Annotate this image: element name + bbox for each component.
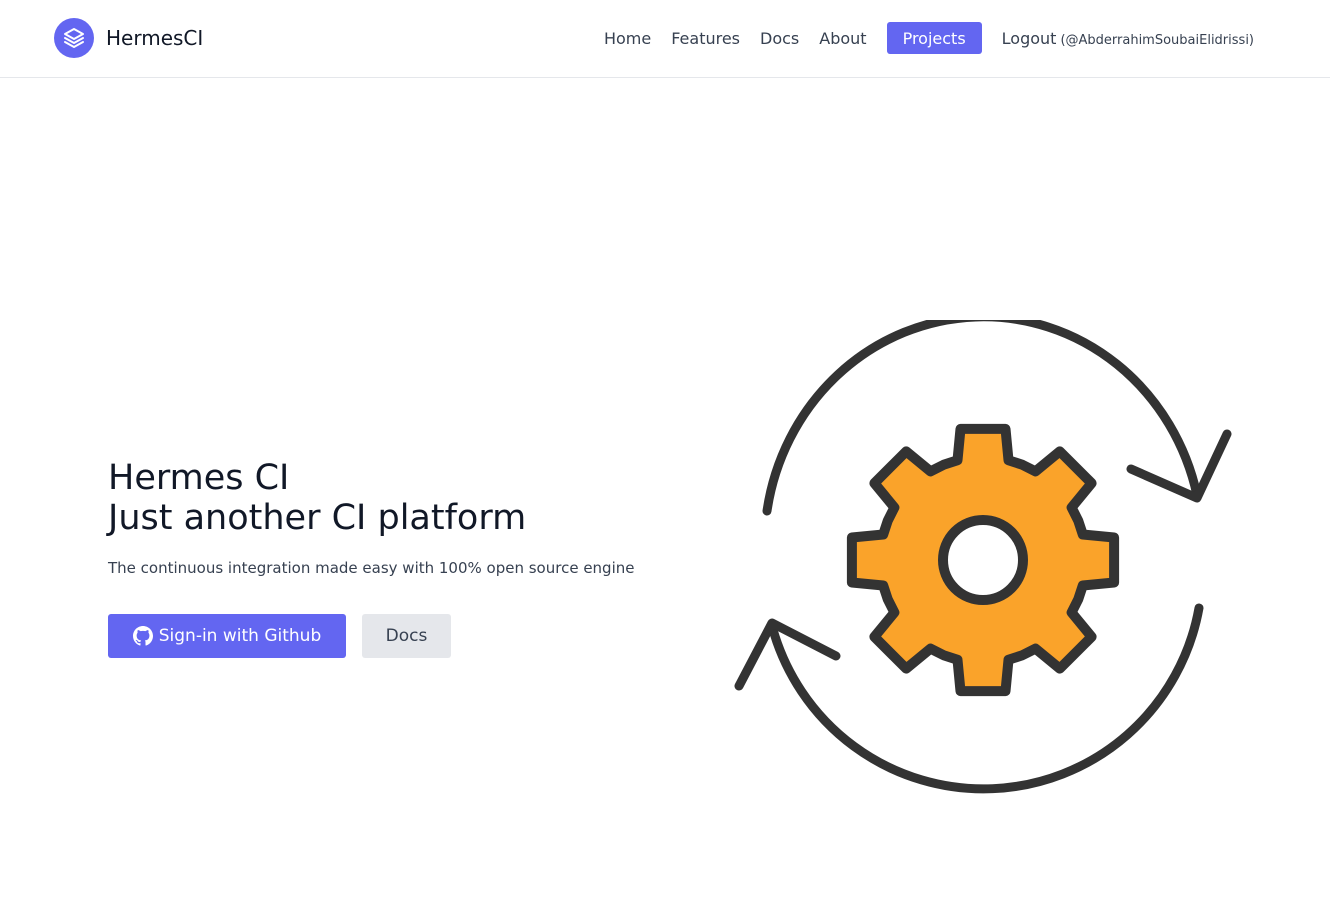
- nav-home[interactable]: Home: [604, 29, 651, 48]
- nav-docs[interactable]: Docs: [760, 29, 799, 48]
- signin-github-label: Sign-in with Github: [158, 626, 322, 646]
- docs-button[interactable]: Docs: [362, 614, 451, 658]
- layers-icon: [54, 18, 94, 58]
- github-icon: [132, 626, 153, 646]
- logout-label: Logout: [1001, 28, 1057, 48]
- top-navbar: HermesCI Home Features Docs About Projec…: [0, 0, 1330, 78]
- nav-features[interactable]: Features: [671, 29, 740, 48]
- hero-title: Hermes CI Just another CI platform: [108, 458, 526, 538]
- hero-title-line2: Just another CI platform: [108, 498, 527, 538]
- brand-name: HermesCI: [106, 26, 204, 50]
- hero-title-line1: Hermes CI: [108, 458, 290, 498]
- logout-link[interactable]: Logout (@AbderrahimSoubaiElidrissi): [1002, 29, 1254, 48]
- main-nav: Home Features Docs About Projects Logout…: [604, 22, 1254, 54]
- signin-github-button[interactable]: Sign-in with Github: [108, 614, 346, 658]
- logout-username: (@AbderrahimSoubaiElidrissi): [1060, 32, 1254, 48]
- hero-subtitle: The continuous integration made easy wit…: [108, 559, 635, 577]
- projects-button[interactable]: Projects: [886, 22, 982, 54]
- nav-about[interactable]: About: [819, 29, 866, 48]
- brand[interactable]: HermesCI: [54, 18, 203, 58]
- gear-sync-icon: [720, 312, 1250, 800]
- gear-hole: [938, 515, 1028, 605]
